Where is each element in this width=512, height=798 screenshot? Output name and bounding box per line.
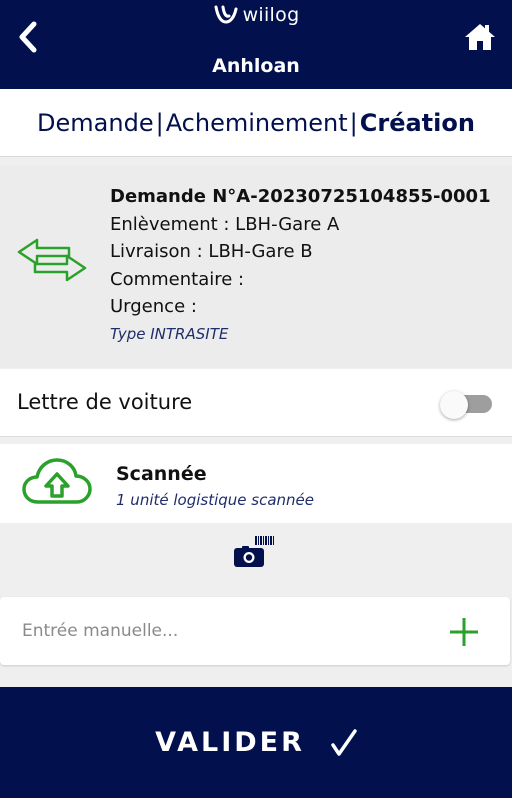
- step-demande: Demande: [37, 108, 154, 137]
- request-number: Demande N°A-20230725104855-0001: [110, 186, 491, 207]
- step-creation: Création: [359, 108, 475, 137]
- lettre-de-voiture-toggle[interactable]: [440, 391, 492, 419]
- home-icon: [465, 24, 495, 50]
- home-button[interactable]: [464, 22, 496, 52]
- step-separator: |: [155, 108, 164, 137]
- request-pickup: Enlèvement : LBH-Gare A: [110, 213, 340, 235]
- step-acheminement: Acheminement: [165, 108, 348, 137]
- app-screen: wiilog Anhloan Demande | Acheminement | …: [0, 0, 512, 798]
- manual-entry-box: [0, 597, 510, 665]
- add-entry-button[interactable]: [448, 616, 480, 648]
- lettre-de-voiture-row: Lettre de voiture: [0, 369, 512, 437]
- valider-button[interactable]: VALIDER: [0, 687, 512, 798]
- check-icon: [331, 728, 357, 756]
- camera-barcode-icon: [234, 536, 274, 567]
- request-comment: Commentaire :: [110, 268, 245, 290]
- plus-icon: [450, 618, 478, 646]
- request-details: Demande N°A-20230725104855-0001 Enlèveme…: [110, 183, 491, 347]
- page-title: Anhloan: [212, 55, 300, 77]
- toggle-knob: [440, 391, 468, 419]
- scan-title: Scannée: [116, 463, 207, 485]
- wiilog-logo-icon: [214, 5, 238, 24]
- scan-camera-button[interactable]: [233, 536, 277, 568]
- request-type: Type INTRASITE: [110, 324, 229, 343]
- scan-subtitle: 1 unité logistique scannée: [116, 491, 315, 509]
- request-delivery: Livraison : LBH-Gare B: [110, 241, 313, 262]
- logo-text: wiilog: [242, 4, 300, 26]
- lettre-de-voiture-label: Lettre de voiture: [17, 390, 193, 414]
- request-urgency: Urgence :: [110, 296, 197, 317]
- manual-entry-input[interactable]: [22, 615, 412, 647]
- transfer-arrows-icon: [17, 238, 87, 282]
- cloud-upload-icon: [22, 458, 92, 504]
- step-breadcrumb: Demande | Acheminement | Création: [0, 89, 512, 157]
- top-bar: wiilog Anhloan: [0, 0, 512, 89]
- step-separator: |: [349, 108, 358, 137]
- valider-label: VALIDER: [155, 727, 305, 758]
- brand-logo: wiilog: [0, 4, 512, 26]
